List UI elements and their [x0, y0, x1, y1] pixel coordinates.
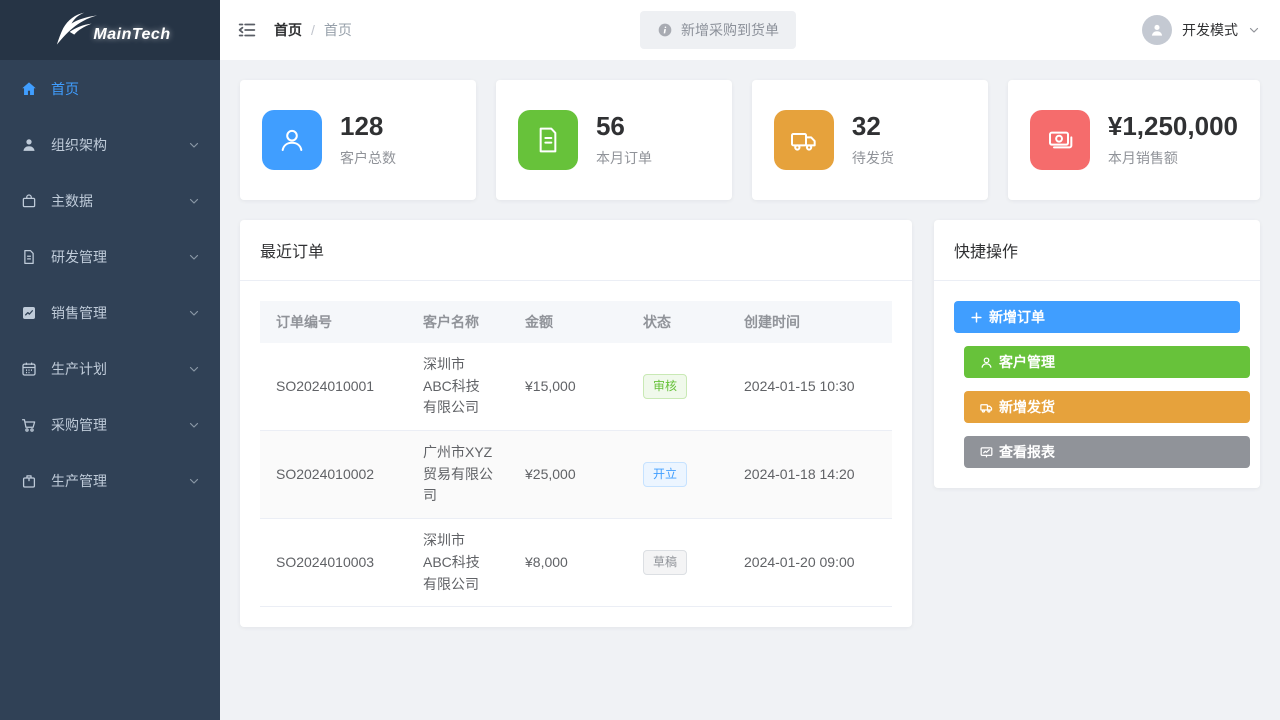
- stats-row: 128 客户总数 56 本月订单 32 待发货 ¥1,250,000 本月销售额: [240, 80, 1260, 200]
- brand-name: MainTech: [93, 26, 170, 44]
- stat-card: 56 本月订单: [496, 80, 732, 200]
- recent-orders-title: 最近订单: [260, 244, 324, 261]
- stat-card: 32 待发货: [752, 80, 988, 200]
- amount-cell: ¥8,000: [509, 519, 627, 607]
- quick-action-button[interactable]: 新增订单: [954, 301, 1240, 333]
- report-icon: [979, 445, 994, 460]
- sidebar-item-bag[interactable]: 主数据: [0, 173, 220, 229]
- quick-action-button[interactable]: 查看报表: [964, 436, 1250, 468]
- created-cell: 2024-01-18 14:20: [728, 431, 892, 519]
- order-no-cell: SO2024010001: [260, 343, 407, 431]
- chevron-down-icon: [188, 139, 200, 151]
- amount-cell: ¥25,000: [509, 431, 627, 519]
- user-small-icon: [979, 355, 994, 370]
- sidebar-item-chart[interactable]: 销售管理: [0, 285, 220, 341]
- bag-icon: [20, 192, 38, 210]
- cart-icon: [20, 416, 38, 434]
- column-status: 状态: [627, 301, 728, 343]
- calendar-icon: [20, 360, 38, 378]
- sidebar-item-cart[interactable]: 采购管理: [0, 397, 220, 453]
- add-purchase-arrival-button[interactable]: 新增采购到货单: [640, 11, 796, 49]
- recent-orders-panel: 最近订单 订单编号 客户名称 金额 状态 创建时间: [240, 220, 912, 627]
- status-badge: 草稿: [643, 550, 687, 574]
- table-row: SO2024010003 深圳市ABC科技有限公司 ¥8,000 草稿 2024…: [260, 519, 892, 607]
- stat-label: 客户总数: [340, 148, 396, 168]
- recent-orders-table: 订单编号 客户名称 金额 状态 创建时间 SO2024010001 深圳市ABC…: [260, 301, 892, 607]
- chevron-down-icon: [188, 475, 200, 487]
- truck-outline-icon: [774, 110, 834, 170]
- user-menu[interactable]: 开发模式: [1142, 15, 1260, 45]
- column-created: 创建时间: [728, 301, 892, 343]
- chevron-down-icon: [1248, 24, 1260, 36]
- stat-card: 128 客户总数: [240, 80, 476, 200]
- home-icon: [20, 80, 38, 98]
- column-customer: 客户名称: [407, 301, 509, 343]
- user-icon: [20, 136, 38, 154]
- breadcrumb-current: 首页: [324, 20, 352, 40]
- quick-actions-title: 快捷操作: [954, 244, 1018, 261]
- box-icon: [20, 472, 38, 490]
- main-content: 128 客户总数 56 本月订单 32 待发货 ¥1,250,000 本月销售额: [220, 60, 1280, 720]
- column-order-no: 订单编号: [260, 301, 407, 343]
- quick-action-button[interactable]: 新增发货: [964, 391, 1250, 423]
- truck-small-icon: [979, 400, 994, 415]
- money-outline-icon: [1030, 110, 1090, 170]
- top-header: 首页 / 首页 新增采购到货单 开发模式: [220, 0, 1280, 60]
- amount-cell: ¥15,000: [509, 343, 627, 431]
- stat-label: 本月订单: [596, 148, 652, 168]
- breadcrumb-home[interactable]: 首页: [274, 20, 302, 40]
- customer-cell: 深圳市ABC科技有限公司: [407, 343, 509, 431]
- sidebar-item-user[interactable]: 组织架构: [0, 117, 220, 173]
- table-header-row: 订单编号 客户名称 金额 状态 创建时间: [260, 301, 892, 343]
- user-outline-icon: [262, 110, 322, 170]
- chevron-down-icon: [188, 307, 200, 319]
- stat-label: 本月销售额: [1108, 148, 1238, 168]
- stat-value: 56: [596, 112, 652, 141]
- breadcrumb-separator: /: [311, 22, 315, 38]
- status-badge: 审核: [643, 374, 687, 398]
- stat-value: ¥1,250,000: [1108, 112, 1238, 141]
- order-no-cell: SO2024010002: [260, 431, 407, 519]
- document-outline-icon: [518, 110, 578, 170]
- sidebar-item-calendar[interactable]: 生产计划: [0, 341, 220, 397]
- chevron-down-icon: [188, 363, 200, 375]
- sidebar-item-document[interactable]: 研发管理: [0, 229, 220, 285]
- status-cell: 草稿: [627, 519, 728, 607]
- column-amount: 金额: [509, 301, 627, 343]
- customer-cell: 深圳市ABC科技有限公司: [407, 519, 509, 607]
- sidebar-fold-icon[interactable]: [236, 19, 258, 41]
- status-badge: 开立: [643, 462, 687, 486]
- sidebar-item-box[interactable]: 生产管理: [0, 453, 220, 509]
- document-icon: [20, 248, 38, 266]
- table-row: SO2024010001 深圳市ABC科技有限公司 ¥15,000 审核 202…: [260, 343, 892, 431]
- brand-logo: MainTech: [0, 0, 220, 60]
- customer-cell: 广州市XYZ贸易有限公司: [407, 431, 509, 519]
- stat-label: 待发货: [852, 148, 894, 168]
- stat-value: 128: [340, 112, 396, 141]
- user-avatar-icon: [1148, 21, 1166, 39]
- stat-card: ¥1,250,000 本月销售额: [1008, 80, 1260, 200]
- chevron-down-icon: [188, 195, 200, 207]
- avatar: [1142, 15, 1172, 45]
- stat-value: 32: [852, 112, 894, 141]
- user-name: 开发模式: [1182, 20, 1238, 40]
- sidebar-menu: 首页 组织架构 主数据 研发管理 销售管理 生产计划: [0, 60, 220, 509]
- table-row: SO2024010002 广州市XYZ贸易有限公司 ¥25,000 开立 202…: [260, 431, 892, 519]
- quick-actions-body: 新增订单 客户管理 新增发货 查看报表: [934, 281, 1260, 488]
- chart-icon: [20, 304, 38, 322]
- order-no-cell: SO2024010003: [260, 519, 407, 607]
- created-cell: 2024-01-15 10:30: [728, 343, 892, 431]
- status-cell: 审核: [627, 343, 728, 431]
- sidebar-item-home[interactable]: 首页: [0, 61, 220, 117]
- breadcrumb: 首页 / 首页: [274, 20, 352, 40]
- chevron-down-icon: [188, 251, 200, 263]
- sidebar: MainTech 首页 组织架构 主数据 研发管理 销售管理: [0, 0, 220, 720]
- plus-icon: [969, 310, 984, 325]
- created-cell: 2024-01-20 09:00: [728, 519, 892, 607]
- chevron-down-icon: [188, 419, 200, 431]
- quick-actions-panel: 快捷操作 新增订单 客户管理 新增发货 查看报表: [934, 220, 1260, 488]
- info-icon: [657, 22, 673, 38]
- quick-action-button[interactable]: 客户管理: [964, 346, 1250, 378]
- status-cell: 开立: [627, 431, 728, 519]
